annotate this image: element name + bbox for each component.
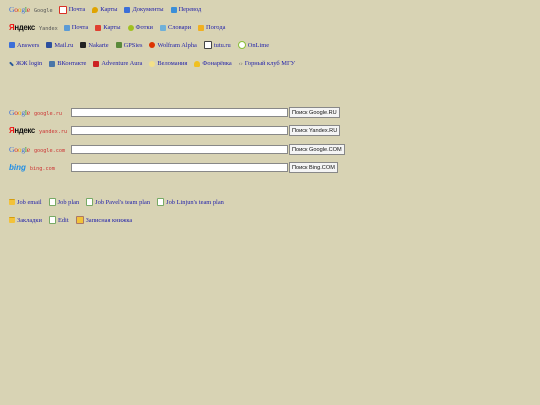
nakarte-icon xyxy=(80,42,87,48)
bookmarks-link[interactable]: Закладки xyxy=(9,217,42,224)
notebook-link[interactable]: Записная книжка xyxy=(75,216,132,224)
gmail-icon xyxy=(58,5,67,14)
vk-icon xyxy=(49,60,56,67)
edit-doc-icon xyxy=(48,216,56,224)
double-arrow-icon: ‹› xyxy=(238,60,243,67)
google-docs-link[interactable]: Документы xyxy=(124,6,164,13)
google-ru-logo: Google google.ru xyxy=(9,108,63,117)
search-bing-com-row: bing bing.com Поиск Bing.COM xyxy=(9,162,338,173)
mgu-mountain-club-link[interactable]: ‹› Горный клуб МГУ xyxy=(239,60,295,67)
wolfram-icon xyxy=(149,42,156,48)
job-links-row: Job email Job plan Job Pavel's team plan… xyxy=(9,198,231,206)
google-maps-link[interactable]: Карты xyxy=(92,6,117,13)
adventure-aura-icon xyxy=(93,60,100,67)
onlime-link[interactable]: OnLime xyxy=(237,41,269,49)
answers-link[interactable]: Answers xyxy=(9,42,39,49)
search-google-ru-row: Google google.ru Поиск Google.RU xyxy=(9,107,340,118)
search-google-com-input[interactable] xyxy=(71,145,288,154)
yandex-photos-link[interactable]: Фотки xyxy=(127,24,153,31)
google-translate-link[interactable]: Перевод xyxy=(170,6,201,13)
lightbulb-icon xyxy=(194,60,201,67)
adventure-aura-link[interactable]: Adventure Aura xyxy=(93,60,142,67)
yandex-photos-icon xyxy=(127,24,134,31)
plan-doc-icon xyxy=(48,198,56,206)
yandex-ru-logo: Яндекс yandex.ru xyxy=(9,126,68,135)
maps-pin-icon xyxy=(92,6,99,13)
livejournal-login-link[interactable]: ЖЖ login xyxy=(9,60,42,67)
yandex-dict-icon xyxy=(159,24,166,31)
google-logo[interactable]: Google Google xyxy=(9,5,53,14)
vkontakte-link[interactable]: ВКонтакте xyxy=(49,60,86,67)
job-pavel-team-plan-link[interactable]: Job Pavel's team plan xyxy=(86,198,150,206)
bing-com-logo: bing bing.com xyxy=(9,163,55,172)
job-plan-link[interactable]: Job plan xyxy=(48,198,79,206)
fonarevka-link[interactable]: Фонарёвка xyxy=(194,60,232,67)
search-bing-com-button[interactable]: Поиск Bing.COM xyxy=(289,162,338,173)
mailru-icon xyxy=(46,42,53,48)
yandex-mail-link[interactable]: Почта xyxy=(63,24,88,31)
plan-doc-icon xyxy=(157,198,165,206)
google-services-row: Google Google Почта Карты Документы Пере… xyxy=(9,5,208,14)
job-linjun-team-plan-link[interactable]: Job Linjun's team plan xyxy=(157,198,224,206)
email-folder-icon xyxy=(9,199,15,205)
onlime-icon xyxy=(237,41,246,49)
wolfram-alpha-link[interactable]: Wolfram Alpha xyxy=(149,42,197,49)
edit-link[interactable]: Edit xyxy=(48,216,69,224)
yandex-maps-icon xyxy=(95,24,102,31)
google-mail-link[interactable]: Почта xyxy=(58,5,85,14)
yandex-maps-link[interactable]: Карты xyxy=(95,24,121,31)
weather-icon xyxy=(198,24,205,31)
plan-doc-icon xyxy=(86,198,94,206)
search-yandex-ru-row: Яндекс yandex.ru Поиск Yandex.RU xyxy=(9,125,341,136)
yandex-mail-icon xyxy=(63,24,70,31)
yandex-weather-link[interactable]: Погода xyxy=(198,24,225,31)
search-google-ru-input[interactable] xyxy=(71,108,288,117)
tutu-link[interactable]: tutu.ru xyxy=(203,41,231,49)
search-google-ru-button[interactable]: Поиск Google.RU xyxy=(289,107,340,118)
yandex-services-row: Яндекс Yandex Почта Карты Фотки Словари … xyxy=(9,23,232,32)
search-bing-com-input[interactable] xyxy=(71,163,288,172)
tutu-icon xyxy=(203,41,212,49)
bookmarks-folder-icon xyxy=(9,217,15,223)
job-email-link[interactable]: Job email xyxy=(9,199,42,206)
docs-icon xyxy=(124,6,131,13)
search-yandex-ru-input[interactable] xyxy=(71,126,288,135)
nakarte-link[interactable]: Nakarte xyxy=(80,42,109,49)
yandex-logo[interactable]: Яндекс Yandex xyxy=(9,23,58,32)
velomania-link[interactable]: Веломания xyxy=(149,60,187,67)
search-yandex-ru-button[interactable]: Поиск Yandex.RU xyxy=(289,125,341,136)
livejournal-icon xyxy=(9,61,14,66)
translate-icon xyxy=(170,6,177,13)
social-links-row: ЖЖ login ВКонтакте Adventure Aura Велома… xyxy=(9,60,302,67)
yandex-dictionaries-link[interactable]: Словари xyxy=(159,24,191,31)
notebook-icon xyxy=(75,216,84,224)
search-google-com-button[interactable]: Поиск Google.COM xyxy=(289,144,345,155)
gpsies-link[interactable]: GPSies xyxy=(115,42,142,49)
velomania-icon xyxy=(149,60,156,67)
mailru-link[interactable]: Mail.ru xyxy=(46,42,73,49)
answers-icon xyxy=(9,42,15,48)
yandex-domain-label: Yandex xyxy=(38,26,58,32)
google-domain-label: Google xyxy=(33,8,53,14)
google-com-logo: Google google.com xyxy=(9,145,66,154)
other-services-row: Answers Mail.ru Nakarte GPSies Wolfram A… xyxy=(9,41,276,49)
bottom-links-row: Закладки Edit Записная книжка xyxy=(9,216,139,224)
search-google-com-row: Google google.com Поиск Google.COM xyxy=(9,144,345,155)
gpsies-icon xyxy=(115,42,122,48)
